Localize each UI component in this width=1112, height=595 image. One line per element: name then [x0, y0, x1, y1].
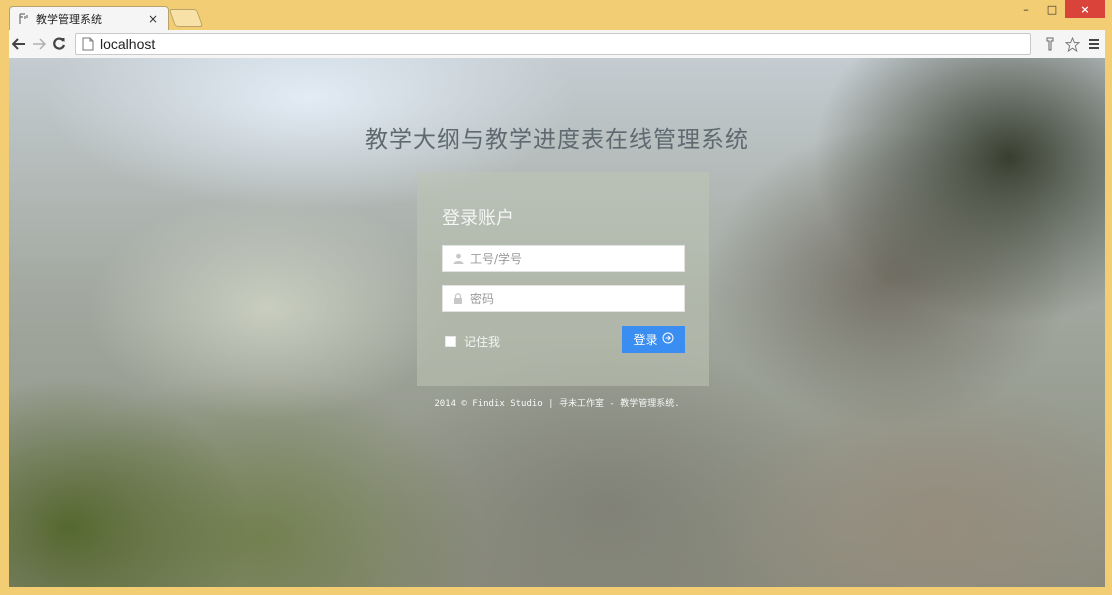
login-heading: 登录账户: [442, 208, 514, 229]
tab-strip: 教学管理系统 × – □ ×: [0, 0, 1112, 30]
minimize-button[interactable]: –: [1013, 0, 1039, 18]
back-arrow-icon: [12, 38, 25, 50]
extension-icon[interactable]: [1039, 33, 1061, 55]
bookmark-star-icon[interactable]: [1061, 33, 1083, 55]
password-input[interactable]: [470, 286, 684, 311]
login-button-label: 登录: [633, 333, 658, 347]
forward-arrow-icon: [33, 38, 46, 50]
page-content: 教学大纲与教学进度表在线管理系统 登录账户 记住我 登录 2014 © Find: [9, 58, 1105, 587]
menu-icon[interactable]: [1083, 33, 1105, 55]
new-tab-button[interactable]: [168, 9, 204, 27]
back-button[interactable]: [9, 33, 29, 55]
browser-toolbar: localhost: [9, 30, 1105, 58]
url-text: localhost: [100, 36, 156, 52]
remember-label: 记住我: [464, 335, 501, 349]
remember-me[interactable]: 记住我: [445, 333, 500, 350]
browser-tab[interactable]: 教学管理系统 ×: [9, 6, 169, 30]
lock-icon: [452, 293, 464, 305]
page-icon: [82, 37, 94, 51]
forward-button[interactable]: [29, 33, 49, 55]
remember-checkbox[interactable]: [445, 336, 456, 347]
username-field[interactable]: [442, 245, 685, 272]
password-field[interactable]: [442, 285, 685, 312]
arrow-circle-right-icon: [662, 332, 674, 347]
username-input[interactable]: [470, 246, 684, 271]
maximize-button[interactable]: □: [1039, 0, 1065, 18]
user-icon: [452, 253, 464, 265]
window-controls: – □ ×: [1013, 0, 1105, 18]
tab-close-icon[interactable]: ×: [146, 12, 160, 26]
close-window-button[interactable]: ×: [1065, 0, 1105, 18]
footer-copyright: 2014 © Findix Studio | 寻未工作室 - 教学管理系统.: [434, 399, 680, 409]
page-favicon-icon: [18, 13, 30, 25]
system-title: 教学大纲与教学进度表在线管理系统: [365, 127, 749, 153]
address-bar[interactable]: localhost: [75, 33, 1031, 55]
login-button[interactable]: 登录: [622, 326, 685, 353]
reload-button[interactable]: [49, 33, 69, 55]
login-panel: 登录账户 记住我 登录: [417, 172, 709, 386]
reload-icon: [53, 37, 66, 50]
tab-title: 教学管理系统: [36, 12, 102, 26]
